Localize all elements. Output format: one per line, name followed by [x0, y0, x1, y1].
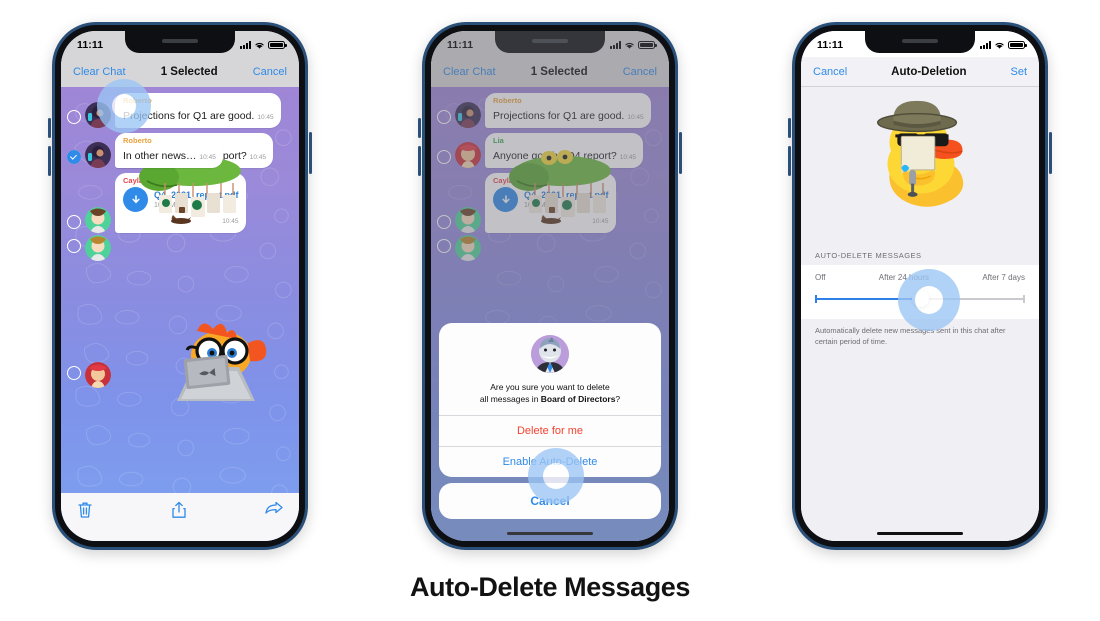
power-button[interactable]	[1049, 132, 1052, 174]
message-select-circle[interactable]	[67, 110, 81, 124]
phone1-navbar: Clear Chat 1 Selected Cancel	[61, 57, 299, 87]
alert-message-prefix: all messages in	[479, 394, 541, 404]
message-select-circle[interactable]	[67, 366, 81, 380]
phone3-nav-title: Auto-Deletion	[891, 65, 967, 78]
slider-label-7-days[interactable]: After 7 days	[982, 273, 1025, 282]
avatar	[85, 207, 111, 233]
status-time: 11:11	[77, 39, 104, 51]
spy-duck-sticker[interactable]	[856, 95, 984, 228]
delete-icon[interactable]	[77, 501, 93, 519]
phone1-nav-title: 1 Selected	[160, 66, 218, 78]
notch	[865, 31, 975, 53]
alert-message-suffix: ?	[615, 394, 621, 404]
forward-icon[interactable]	[265, 501, 283, 517]
volume-down-button[interactable]	[48, 146, 51, 176]
volume-down-button[interactable]	[418, 146, 421, 176]
avatar	[85, 142, 111, 168]
hero-sticker-area	[801, 87, 1039, 239]
phone-1-bezel: 11:11 Clear Chat 1 Selected Cancel Proje…	[55, 25, 305, 547]
screenshot-stage: 11:11 Clear Chat 1 Selected Cancel Proje…	[0, 0, 1100, 621]
phone-3: 11:11 Cancel Auto-Deletion Set AUTO-DELE…	[788, 22, 1052, 550]
avatar	[85, 235, 111, 261]
delete-for-me-button[interactable]: Delete for me	[439, 415, 661, 446]
volume-up-button[interactable]	[418, 118, 421, 138]
avatar	[85, 362, 111, 388]
status-time: 11:11	[817, 39, 844, 51]
wifi-icon	[255, 42, 264, 49]
clear-chat-button[interactable]: Clear Chat	[73, 66, 126, 78]
phone1-action-toolbar	[61, 493, 299, 541]
phone1-chat-area: Roberto Projections for Q1 are good.10:4…	[61, 87, 299, 541]
battery-icon	[268, 40, 287, 50]
page-title: Auto-Delete Messages	[409, 572, 691, 602]
message-select-circle[interactable]	[67, 239, 81, 253]
notch	[125, 31, 235, 53]
message-select-circle[interactable]	[67, 215, 81, 229]
speaker-grille	[902, 39, 938, 43]
message-row-selected[interactable]: Roberto In other news… 10:45	[61, 133, 299, 168]
message-time: 10:45	[199, 154, 216, 161]
phone3-navbar: Cancel Auto-Deletion Set	[801, 57, 1039, 87]
tap-highlight-clear-chat	[97, 79, 151, 133]
set-button[interactable]: Set	[1010, 66, 1027, 78]
slider-tick-7-days[interactable]	[1023, 294, 1025, 303]
status-icons	[240, 40, 287, 50]
phone-3-bezel: 11:11 Cancel Auto-Deletion Set AUTO-DELE…	[795, 25, 1045, 547]
tap-highlight-slider-knob	[898, 269, 960, 331]
nerd-fish-laptop-sticker[interactable]	[163, 317, 271, 409]
phone-1: 11:11 Clear Chat 1 Selected Cancel Proje…	[48, 22, 312, 550]
message-sender: Roberto	[123, 136, 152, 145]
phone-2-screen: 11:11 Clear Chat 1 Selected Cancel Rober…	[431, 31, 669, 541]
message-select-circle-checked[interactable]	[67, 150, 81, 164]
message-row-avatar-only[interactable]	[67, 362, 111, 388]
message-text: In other news…	[123, 150, 197, 162]
alert-header: Are you sure you want to delete all mess…	[439, 323, 661, 415]
cellular-bars-icon	[980, 41, 991, 49]
phone-3-screen: 11:11 Cancel Auto-Deletion Set AUTO-DELE…	[801, 31, 1039, 541]
tap-highlight-enable-auto-delete	[528, 448, 584, 504]
phone-2-bezel: 11:11 Clear Chat 1 Selected Cancel Rober…	[425, 25, 675, 547]
power-button[interactable]	[309, 132, 312, 174]
shark-in-suit-avatar	[531, 335, 569, 373]
phone-1-screen: 11:11 Clear Chat 1 Selected Cancel Proje…	[61, 31, 299, 541]
message-row-avatar-only[interactable]	[67, 235, 111, 261]
message-bubble[interactable]: Roberto In other news… 10:45	[115, 133, 223, 168]
cellular-bars-icon	[240, 41, 251, 49]
cancel-button[interactable]: Cancel	[253, 66, 287, 78]
section-header-auto-delete: AUTO-DELETE MESSAGES	[815, 251, 922, 260]
slider-label-off[interactable]: Off	[815, 273, 826, 282]
slider-tick-off[interactable]	[815, 294, 817, 303]
alert-message-line-2: all messages in Board of Directors?	[453, 393, 647, 405]
phone-2: 11:11 Clear Chat 1 Selected Cancel Rober…	[418, 22, 682, 550]
message-time: 10:45	[257, 114, 274, 121]
volume-up-button[interactable]	[48, 118, 51, 138]
wifi-icon	[995, 42, 1004, 49]
alert-chat-name: Board of Directors	[540, 394, 616, 404]
share-icon[interactable]	[171, 501, 187, 519]
power-button[interactable]	[679, 132, 682, 174]
speaker-grille	[162, 39, 198, 43]
volume-down-button[interactable]	[788, 146, 791, 176]
status-icons	[980, 40, 1027, 50]
home-indicator	[877, 531, 963, 535]
cancel-button[interactable]: Cancel	[813, 66, 847, 78]
battery-icon	[1008, 40, 1027, 50]
volume-up-button[interactable]	[788, 118, 791, 138]
alert-message-line-1: Are you sure you want to delete	[490, 382, 610, 392]
